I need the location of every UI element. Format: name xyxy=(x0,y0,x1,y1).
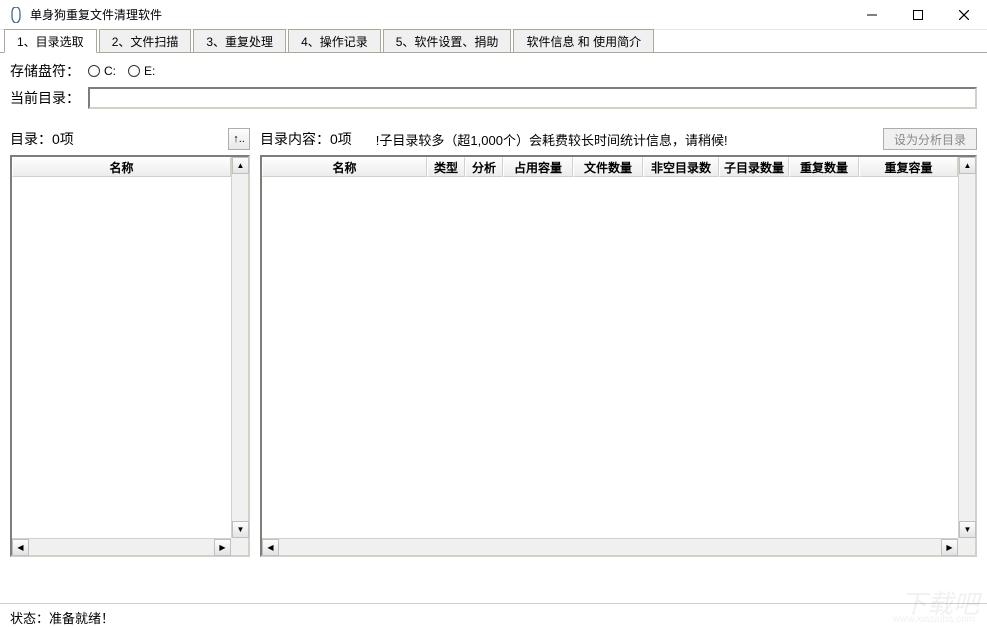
current-dir-label: 当前目录： xyxy=(10,88,80,108)
tab-duplicate-handle[interactable]: 3、重复处理 xyxy=(193,29,286,52)
radio-icon xyxy=(88,65,100,77)
horizontal-scrollbar[interactable]: ◀ ▶ xyxy=(262,538,958,555)
size-grip xyxy=(231,538,248,555)
set-analysis-dir-button[interactable]: 设为分析目录 xyxy=(883,128,977,150)
storage-radio-c[interactable]: C: xyxy=(88,64,116,78)
column-header-subdir-count[interactable]: 子目录数量 xyxy=(719,157,789,177)
scroll-right-button[interactable]: ▶ xyxy=(941,539,958,556)
right-panel: 目录内容：0项 !子目录较多（超1,000个）会耗费较长时间统计信息，请稍候! … xyxy=(260,127,977,557)
storage-row: 存储盘符： C: E: xyxy=(10,61,977,81)
scroll-down-button[interactable]: ▼ xyxy=(232,521,249,538)
scroll-left-button[interactable]: ◀ xyxy=(12,539,29,556)
window-title: 单身狗重复文件清理软件 xyxy=(30,6,162,23)
hint-text: !子目录较多（超1,000个）会耗费较长时间统计信息，请稍候! xyxy=(376,130,728,149)
column-header-size[interactable]: 占用容量 xyxy=(503,157,573,177)
content-count-label: 目录内容：0项 xyxy=(260,129,352,149)
vertical-scrollbar[interactable]: ▲ ▼ xyxy=(958,157,975,538)
left-panel: 目录：0项 ↑.. 名称 ▲ ▼ ◀ ▶ xyxy=(10,127,250,557)
column-header-name[interactable]: 名称 xyxy=(12,157,231,177)
tab-info-intro[interactable]: 软件信息 和 使用简介 xyxy=(513,29,654,52)
tab-settings-donate[interactable]: 5、软件设置、捐助 xyxy=(383,29,512,52)
storage-option-label: C: xyxy=(104,64,116,78)
up-directory-button[interactable]: ↑.. xyxy=(228,128,250,150)
scroll-right-button[interactable]: ▶ xyxy=(214,539,231,556)
size-grip xyxy=(958,538,975,555)
scroll-up-button[interactable]: ▲ xyxy=(232,157,249,174)
column-header-dup-size[interactable]: 重复容量 xyxy=(859,157,958,177)
radio-icon xyxy=(128,65,140,77)
scroll-up-button[interactable]: ▲ xyxy=(959,157,976,174)
column-header-analyze[interactable]: 分析 xyxy=(465,157,503,177)
minimize-button[interactable] xyxy=(849,0,895,30)
current-dir-input[interactable] xyxy=(88,87,977,109)
maximize-button[interactable] xyxy=(895,0,941,30)
vertical-scrollbar[interactable]: ▲ ▼ xyxy=(231,157,248,538)
directory-list[interactable]: 名称 ▲ ▼ ◀ ▶ xyxy=(10,155,250,557)
tab-directory-select[interactable]: 1、目录选取 xyxy=(4,29,97,53)
title-bar: 单身狗重复文件清理软件 xyxy=(0,0,987,30)
content-list-body[interactable] xyxy=(262,177,975,555)
tab-content: 存储盘符： C: E: 当前目录： 目录：0项 ↑.. 名称 xyxy=(0,53,987,598)
status-bar: 状态：准备就绪！ xyxy=(0,603,987,627)
storage-label: 存储盘符： xyxy=(10,61,80,81)
content-list[interactable]: 名称 类型 分析 占用容量 文件数量 非空目录数 子目录数量 重复数量 重复容量… xyxy=(260,155,977,557)
column-header-type[interactable]: 类型 xyxy=(427,157,465,177)
dir-count-label: 目录：0项 xyxy=(10,129,74,149)
horizontal-scrollbar[interactable]: ◀ ▶ xyxy=(12,538,231,555)
column-header-name[interactable]: 名称 xyxy=(262,157,427,177)
column-header-dup-count[interactable]: 重复数量 xyxy=(789,157,859,177)
scroll-down-button[interactable]: ▼ xyxy=(959,521,976,538)
tab-file-scan[interactable]: 2、文件扫描 xyxy=(99,29,192,52)
tabs-row: 1、目录选取 2、文件扫描 3、重复处理 4、操作记录 5、软件设置、捐助 软件… xyxy=(0,30,987,53)
status-text: 状态：准备就绪！ xyxy=(10,611,114,626)
column-header-file-count[interactable]: 文件数量 xyxy=(573,157,643,177)
storage-radio-e[interactable]: E: xyxy=(128,64,155,78)
storage-option-label: E: xyxy=(144,64,155,78)
column-header-nonempty-dir[interactable]: 非空目录数 xyxy=(643,157,719,177)
app-icon xyxy=(8,7,24,23)
close-button[interactable] xyxy=(941,0,987,30)
scroll-left-button[interactable]: ◀ xyxy=(262,539,279,556)
current-dir-row: 当前目录： xyxy=(10,87,977,109)
directory-list-body[interactable] xyxy=(12,177,248,555)
tab-operation-log[interactable]: 4、操作记录 xyxy=(288,29,381,52)
